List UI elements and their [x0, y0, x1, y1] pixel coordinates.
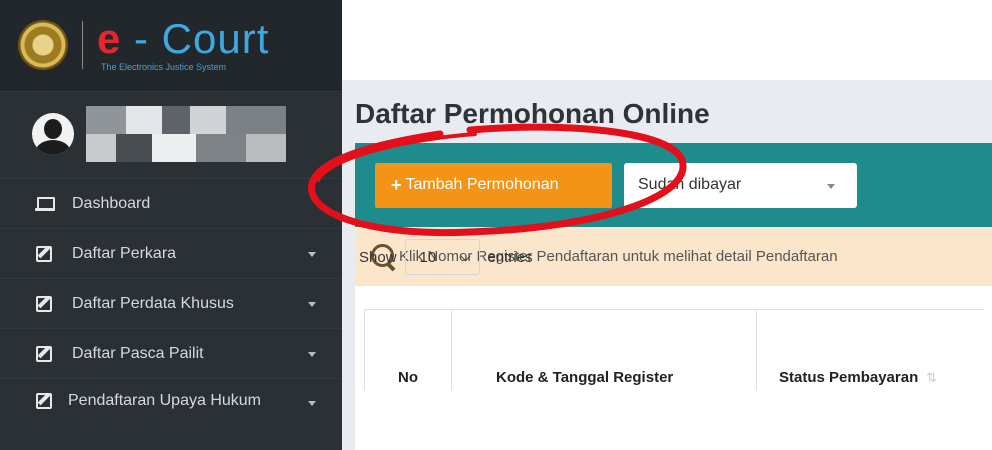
- page-title: Daftar Permohonan Online: [355, 98, 710, 129]
- avatar: [32, 113, 74, 155]
- edit-icon: [34, 391, 54, 411]
- brand-subtitle: The Electronics Justice System: [101, 61, 227, 72]
- laptop-icon: [34, 194, 55, 214]
- brand-header[interactable]: e - Court The Electronics Justice System: [0, 0, 342, 90]
- column-header-label: No: [398, 369, 418, 386]
- sidebar-item-label: Daftar Perkara: [72, 244, 177, 262]
- add-permohonan-button[interactable]: + Tambah Permohonan: [375, 162, 612, 208]
- sidebar-item-daftar-perkara[interactable]: Daftar Perkara: [0, 228, 342, 278]
- column-header-no[interactable]: No: [364, 310, 451, 390]
- sidebar: e - Court The Electronics Justice System…: [0, 0, 342, 450]
- brand-title-rest: - Court: [121, 14, 270, 62]
- caret-down-icon: [308, 351, 316, 357]
- column-header-label: Kode & Tanggal Register: [496, 369, 674, 386]
- table-header-row: No Kode & Tanggal Register Status Pembay…: [364, 309, 984, 390]
- top-navbar: [342, 0, 992, 80]
- sidebar-item-label: Pendaftaran Upaya Hukum: [68, 392, 261, 409]
- caret-down-icon: [308, 401, 316, 406]
- status-filter-value: Sudah dibayar: [638, 176, 742, 193]
- caret-down-icon: [308, 251, 316, 257]
- entries-label: entries: [487, 248, 533, 266]
- sidebar-item-label: Dashboard: [72, 194, 151, 212]
- add-button-label: Tambah Permohonan: [405, 176, 559, 193]
- sidebar-item-pendaftaran-upaya-hukum[interactable]: Pendaftaran Upaya Hukum: [0, 378, 342, 438]
- sidebar-item-label: Daftar Pasca Pailit: [72, 344, 204, 362]
- main-content: Daftar Permohonan Online + Tambah Permoh…: [342, 80, 992, 450]
- entries-value: 10: [419, 248, 437, 266]
- chevron-down-icon: [460, 251, 470, 262]
- brand-title: e - Court: [97, 14, 270, 62]
- user-panel[interactable]: [0, 90, 342, 178]
- edit-icon: [34, 344, 54, 364]
- brand-text: e - Court The Electronics Justice System: [97, 14, 270, 72]
- user-name-blurred: [86, 106, 286, 162]
- status-filter-select[interactable]: Sudah dibayar: [624, 162, 857, 208]
- content-box: + Tambah Permohonan Sudah dibayar Klik N…: [355, 143, 992, 450]
- show-label: Show: [359, 248, 397, 266]
- brand-title-e: e: [97, 14, 122, 62]
- sidebar-menu: Dashboard Daftar Perkara Daftar Perdata …: [0, 178, 342, 438]
- column-header-label: Status Pembayaran: [779, 369, 919, 386]
- edit-icon: [34, 294, 54, 314]
- sidebar-item-dashboard[interactable]: Dashboard: [0, 178, 342, 228]
- plus-icon: +: [391, 174, 402, 195]
- entries-select[interactable]: 10: [404, 239, 480, 275]
- caret-down-icon: [827, 183, 835, 189]
- sidebar-item-daftar-pasca-pailit[interactable]: Daftar Pasca Pailit: [0, 328, 342, 378]
- toolbar: + Tambah Permohonan Sudah dibayar: [355, 143, 992, 227]
- entries-length-control: Show 10 entries: [359, 239, 533, 275]
- sort-icon: ⇅: [926, 370, 938, 385]
- column-header-kode-tanggal[interactable]: Kode & Tanggal Register: [451, 310, 756, 390]
- column-header-status-pembayaran[interactable]: Status Pembayaran ⇅: [756, 310, 984, 390]
- sidebar-item-daftar-perdata-khusus[interactable]: Daftar Perdata Khusus: [0, 278, 342, 328]
- caret-down-icon: [308, 301, 316, 307]
- brand-divider: [82, 20, 83, 69]
- edit-icon: [34, 244, 54, 264]
- court-logo-icon: [18, 19, 68, 70]
- sidebar-item-label: Daftar Perdata Khusus: [72, 294, 234, 312]
